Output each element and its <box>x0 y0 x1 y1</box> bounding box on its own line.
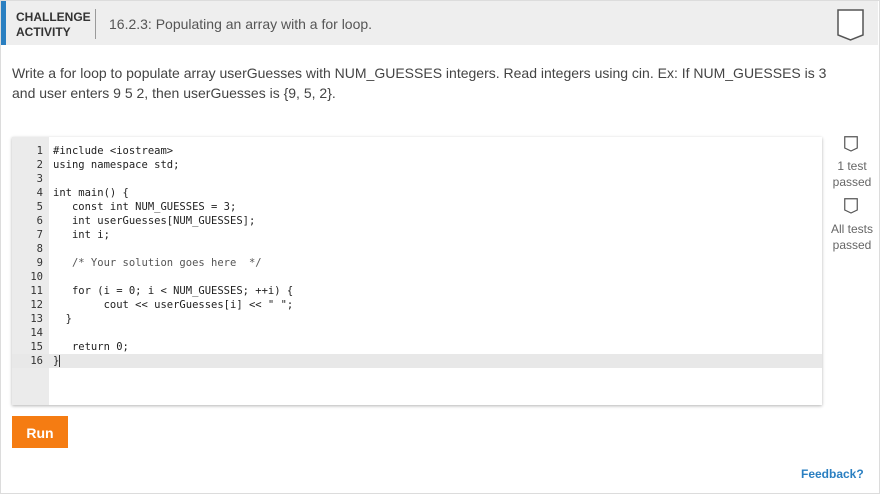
code-line[interactable]: 16} <box>12 354 822 368</box>
code-line[interactable]: 6 int userGuesses[NUM_GUESSES]; <box>12 214 822 228</box>
code-editor[interactable]: 1 #include <iostream> 2 using namespace std… <box>12 137 822 405</box>
line-number: 7 <box>36 229 43 241</box>
line-number: 1 <box>36 145 43 157</box>
one-test-line-1: 1 test <box>837 159 867 173</box>
challenge-header: CHALLENGE ACTIVITY 16.2.3: Populating an… <box>1 1 878 45</box>
feedback-link[interactable]: Feedback? <box>801 467 864 481</box>
line-number: 9 <box>36 257 43 269</box>
line-number: 15 <box>30 341 43 353</box>
code-line[interactable]: 15 return 0; <box>12 340 822 354</box>
code-line[interactable]: 11 for (i = 0; i < NUM_GUESSES; ++i) { <box>12 284 822 298</box>
instructions-text: Write a for loop to populate array userG… <box>12 65 827 101</box>
code-text[interactable]: } <box>53 312 72 326</box>
activity-title: 16.2.3: Populating an array with a for l… <box>109 16 373 32</box>
code-line[interactable]: 7 int i; <box>12 228 822 242</box>
one-test-passed-label: 1 test passed <box>826 158 878 190</box>
line-number: 12 <box>30 299 43 311</box>
accent-bar <box>1 1 6 45</box>
line-number: 16 <box>30 355 43 367</box>
code-line[interactable]: 8 <box>12 242 822 256</box>
code-text[interactable]: const int NUM_GUESSES = 3; <box>53 200 236 214</box>
code-lines[interactable]: 1 #include <iostream> 2 using namespace std… <box>12 144 822 368</box>
code-text[interactable]: return 0; <box>53 340 129 354</box>
code-text[interactable]: int userGuesses[NUM_GUESSES]; <box>53 214 255 228</box>
all-tests-line-2: passed <box>832 238 872 252</box>
code-text[interactable]: int main() { <box>53 186 129 200</box>
line-number: 10 <box>30 271 43 283</box>
code-line[interactable]: 13 } <box>12 312 822 326</box>
line-number: 3 <box>36 173 43 185</box>
all-tests-passed-checkbox-icon <box>844 198 858 214</box>
challenge-activity-label: CHALLENGE ACTIVITY <box>16 10 91 40</box>
line-number: 14 <box>30 327 43 339</box>
code-line[interactable]: 4 int main() { <box>12 186 822 200</box>
code-text[interactable]: #include <iostream> <box>53 144 173 158</box>
code-line[interactable]: 5 const int NUM_GUESSES = 3; <box>12 200 822 214</box>
line-number: 4 <box>36 187 43 199</box>
line-number: 5 <box>36 201 43 213</box>
code-text[interactable]: int i; <box>53 228 110 242</box>
code-line[interactable]: 2 using namespace std; <box>12 158 822 172</box>
code-line[interactable]: 10 <box>12 270 822 284</box>
code-text[interactable]: for (i = 0; i < NUM_GUESSES; ++i) { <box>53 284 293 298</box>
test-passed-checkbox-icon <box>844 136 858 152</box>
one-test-line-2: passed <box>832 175 872 189</box>
run-button[interactable]: Run <box>12 416 68 448</box>
code-line[interactable]: 14 <box>12 326 822 340</box>
line-number: 2 <box>36 159 43 171</box>
all-tests-line-1: All tests <box>830 222 873 236</box>
line-number: 6 <box>36 215 43 227</box>
label-line-2: ACTIVITY <box>16 25 71 39</box>
text-cursor <box>59 355 61 367</box>
line-number: 13 <box>30 313 43 325</box>
label-line-1: CHALLENGE <box>16 10 91 24</box>
all-tests-passed-label: All tests passed <box>826 221 878 253</box>
code-line[interactable]: 9 /* Your solution goes here */ <box>12 256 822 270</box>
code-line[interactable]: 3 <box>12 172 822 186</box>
code-line[interactable]: 1 #include <iostream> <box>12 144 822 158</box>
code-line[interactable]: 12 cout << userGuesses[i] << " "; <box>12 298 822 312</box>
code-text[interactable]: /* Your solution goes here */ <box>53 256 262 270</box>
header-separator <box>95 9 96 39</box>
code-text[interactable]: cout << userGuesses[i] << " "; <box>53 298 294 312</box>
completion-badge-icon <box>837 9 864 41</box>
line-number: 8 <box>36 243 43 255</box>
code-text[interactable]: using namespace std; <box>53 158 179 172</box>
line-number: 11 <box>30 285 43 297</box>
code-text[interactable]: } <box>53 354 61 368</box>
